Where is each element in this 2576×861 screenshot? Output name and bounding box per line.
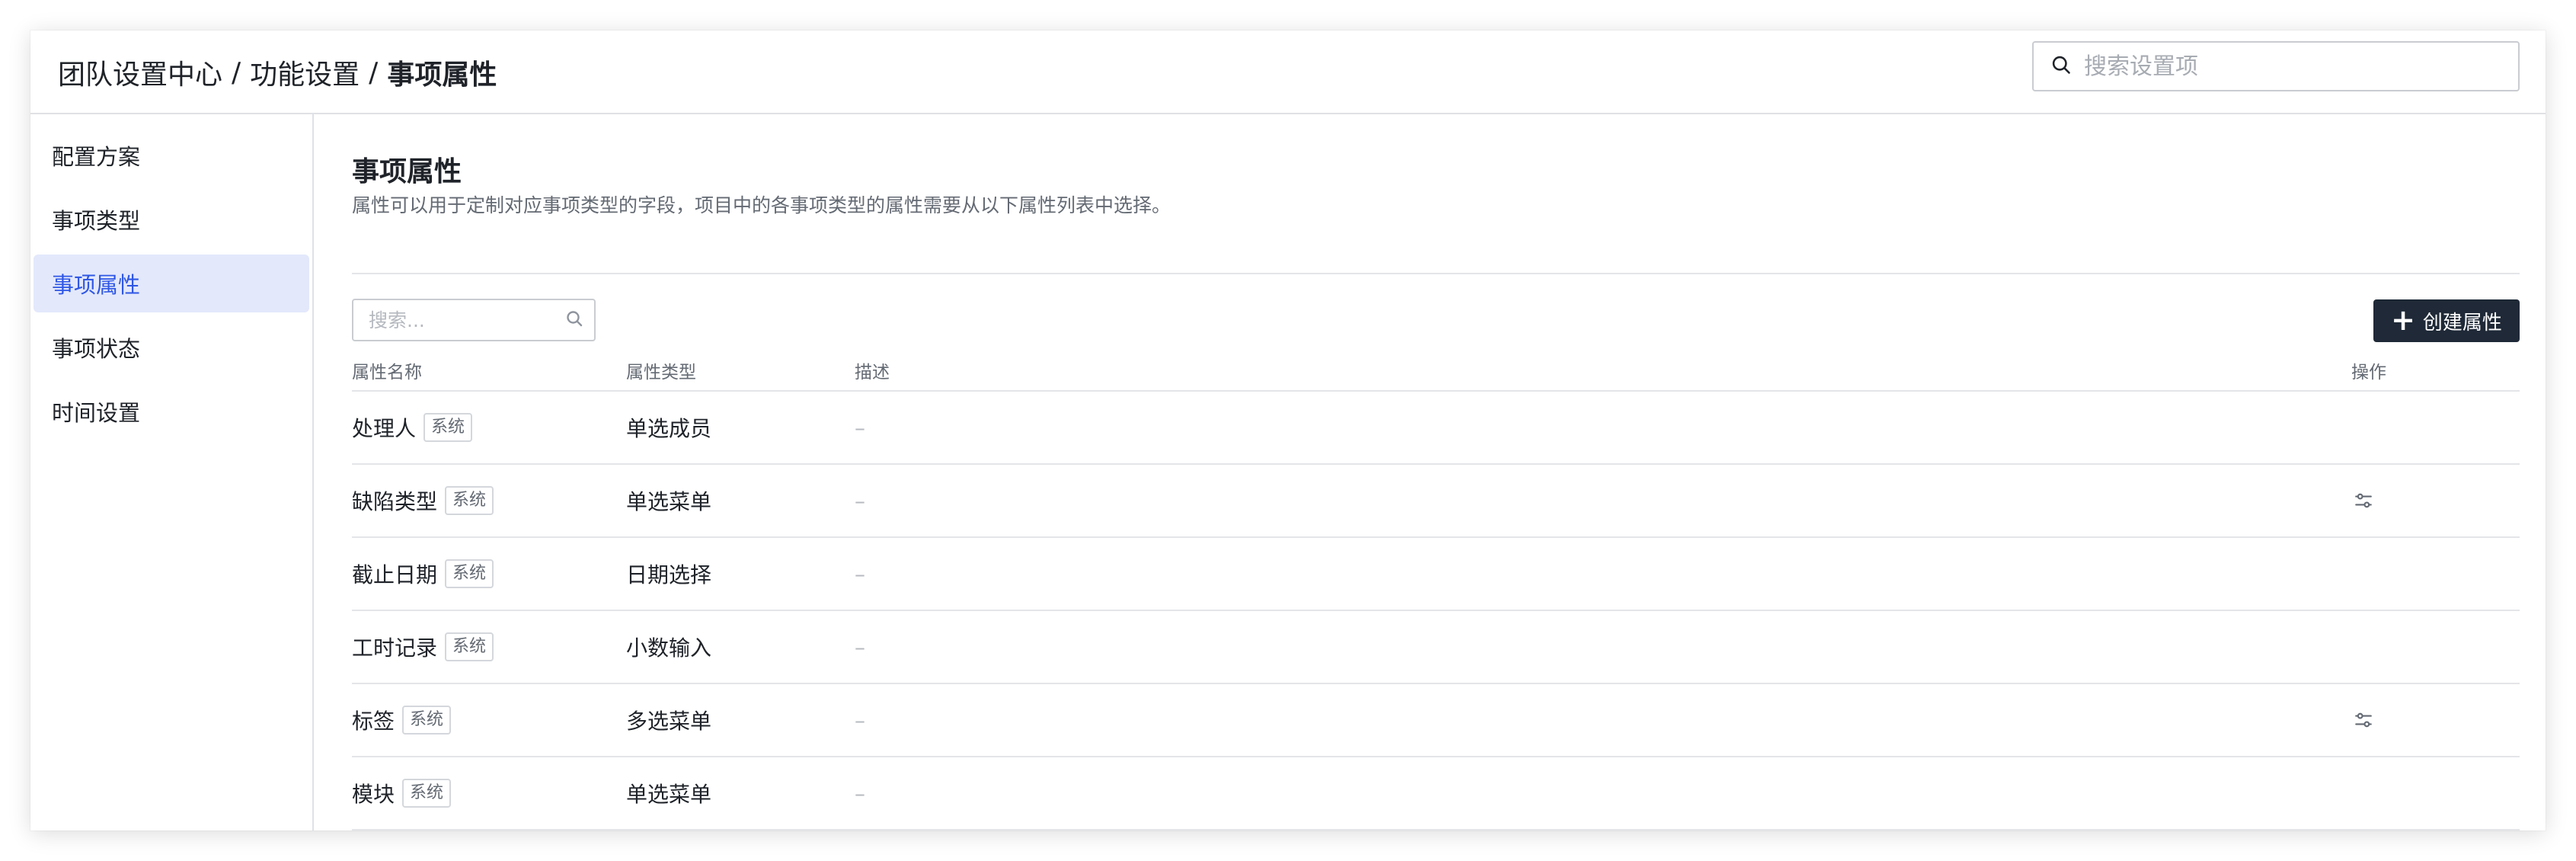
column-header-type: 属性类型 xyxy=(626,363,696,382)
page-title: 事项属性 xyxy=(352,156,462,187)
breadcrumb: 团队设置中心 / 功能设置 / 事项属性 xyxy=(58,30,497,114)
header: 团队设置中心 / 功能设置 / 事项属性 xyxy=(30,30,2546,114)
property-name: 截止日期 xyxy=(352,562,438,587)
property-name: 工时记录 xyxy=(352,635,438,661)
search-icon xyxy=(565,309,583,331)
property-description: – xyxy=(855,414,865,440)
table-row[interactable]: 工时记录 系统 小数输入 – xyxy=(352,611,2520,684)
divider xyxy=(352,273,2520,274)
breadcrumb-item-current: 事项属性 xyxy=(387,59,497,91)
table-row[interactable]: 缺陷类型 系统 单选菜单 – xyxy=(352,465,2520,538)
property-name-cell: 标签 系统 xyxy=(352,705,452,735)
breadcrumb-item-team-settings[interactable]: 团队设置中心 xyxy=(58,53,222,92)
create-property-button[interactable]: + 创建属性 xyxy=(2373,299,2520,342)
system-tag: 系统 xyxy=(445,486,494,515)
search-icon xyxy=(2050,54,2072,78)
property-type: 小数输入 xyxy=(626,635,712,661)
table-row[interactable]: 处理人 系统 单选成员 – xyxy=(352,392,2520,465)
property-name: 模块 xyxy=(352,782,395,807)
sidebar-item-label: 事项属性 xyxy=(52,272,141,298)
table-row[interactable]: 模块 系统 单选菜单 – xyxy=(352,757,2520,831)
sidebar-item-config-scheme[interactable]: 配置方案 xyxy=(34,126,309,184)
property-type: 多选菜单 xyxy=(626,709,712,734)
property-search-input[interactable] xyxy=(367,308,565,332)
sidebar-item-label: 配置方案 xyxy=(52,144,141,170)
property-description: – xyxy=(855,634,865,660)
app-window: 团队设置中心 / 功能设置 / 事项属性 配置方案 事项类型 事项属性 xyxy=(30,30,2546,831)
sidebar-item-label: 事项状态 xyxy=(52,336,141,362)
sidebar-item-label: 事项类型 xyxy=(52,208,141,234)
property-name: 处理人 xyxy=(352,416,417,441)
breadcrumb-separator: / xyxy=(232,56,241,88)
property-description: – xyxy=(855,488,865,514)
table-row[interactable]: 标签 系统 多选菜单 – xyxy=(352,684,2520,757)
breadcrumb-separator: / xyxy=(369,56,379,88)
property-name-cell: 处理人 系统 xyxy=(352,412,473,443)
settings-search-input[interactable] xyxy=(2072,43,2518,90)
main-content: 事项属性 属性可以用于定制对应事项类型的字段，项目中的各事项类型的属性需要从以下… xyxy=(314,114,2546,831)
property-name-cell: 截止日期 系统 xyxy=(352,559,494,589)
system-tag: 系统 xyxy=(445,632,494,661)
plus-icon: + xyxy=(2391,302,2415,337)
sidebar-item-time-settings[interactable]: 时间设置 xyxy=(34,382,309,440)
system-tag: 系统 xyxy=(423,413,473,442)
sliders-icon[interactable] xyxy=(2351,488,2376,513)
property-type: 单选菜单 xyxy=(626,489,712,514)
sidebar: 配置方案 事项类型 事项属性 事项状态 时间设置 xyxy=(30,114,314,831)
system-tag: 系统 xyxy=(402,706,452,735)
property-type: 单选成员 xyxy=(626,416,712,441)
property-name: 缺陷类型 xyxy=(352,489,438,514)
table-row[interactable]: 截止日期 系统 日期选择 – xyxy=(352,538,2520,611)
property-name-cell: 工时记录 系统 xyxy=(352,632,494,662)
property-table: 属性名称 属性类型 描述 操作 处理人 系统 单选成员 – 缺陷类型 系统 单选… xyxy=(352,350,2520,831)
column-header-description: 描述 xyxy=(855,363,890,382)
sidebar-item-issue-types[interactable]: 事项类型 xyxy=(34,190,309,248)
column-header-actions: 操作 xyxy=(2351,363,2386,382)
settings-search-box[interactable] xyxy=(2032,41,2520,91)
sidebar-item-label: 时间设置 xyxy=(52,400,141,426)
property-description: – xyxy=(855,707,865,733)
create-property-label: 创建属性 xyxy=(2422,311,2502,334)
property-type: 日期选择 xyxy=(626,562,712,587)
property-description: – xyxy=(855,780,865,806)
property-name: 标签 xyxy=(352,709,395,734)
sidebar-item-issue-properties[interactable]: 事项属性 xyxy=(34,254,309,312)
sliders-icon[interactable] xyxy=(2351,708,2376,732)
breadcrumb-item-feature-settings[interactable]: 功能设置 xyxy=(250,53,360,92)
property-search-box[interactable] xyxy=(352,299,596,341)
page-description: 属性可以用于定制对应事项类型的字段，项目中的各事项类型的属性需要从以下属性列表中… xyxy=(352,194,1171,216)
property-description: – xyxy=(855,561,865,587)
sidebar-item-issue-status[interactable]: 事项状态 xyxy=(34,318,309,376)
property-name-cell: 缺陷类型 系统 xyxy=(352,485,494,516)
property-name-cell: 模块 系统 xyxy=(352,778,452,808)
table-header: 属性名称 属性类型 描述 操作 xyxy=(352,350,2520,392)
property-type: 单选菜单 xyxy=(626,782,712,807)
system-tag: 系统 xyxy=(402,779,452,808)
column-header-name: 属性名称 xyxy=(352,363,422,382)
system-tag: 系统 xyxy=(445,559,494,588)
